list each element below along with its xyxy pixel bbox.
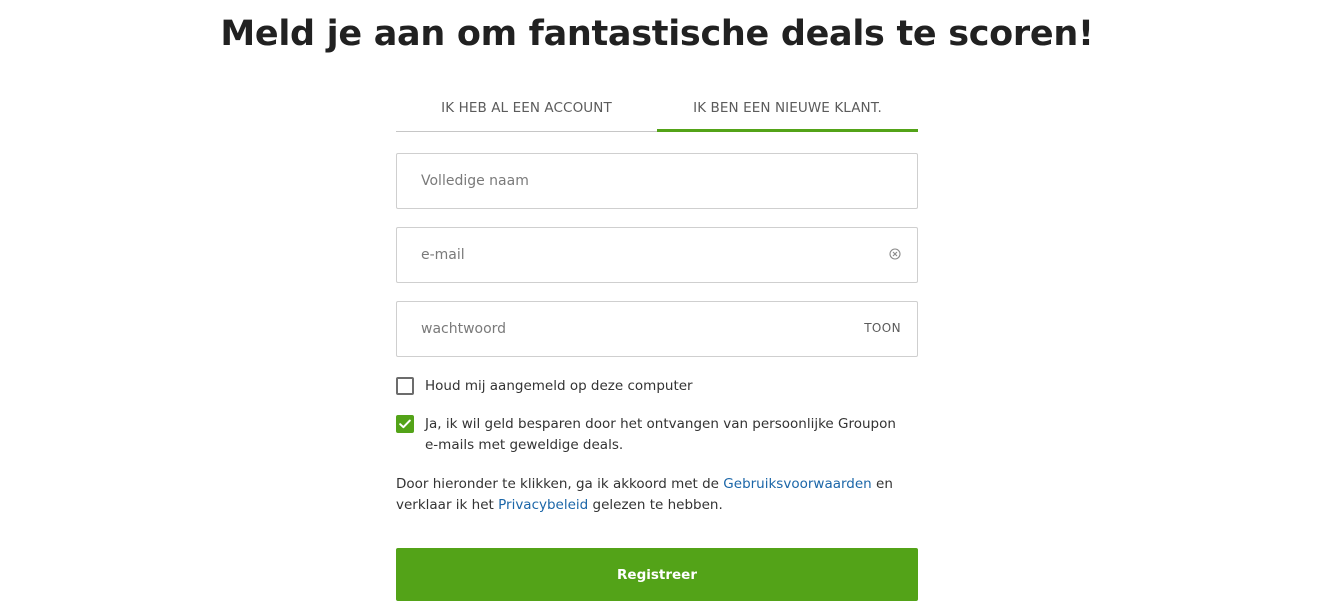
full-name-input[interactable] — [397, 154, 917, 208]
password-field: TOON — [396, 301, 918, 357]
clear-circle-icon[interactable] — [889, 248, 901, 260]
full-name-field — [396, 153, 918, 209]
tab-new-customer[interactable]: IK BEN EEN NIEUWE KLANT. — [657, 86, 918, 132]
email-optin-option[interactable]: Ja, ik wil geld besparen door het ontvan… — [396, 414, 918, 456]
terms-text-after: gelezen te hebben. — [588, 497, 723, 513]
email-field — [396, 227, 918, 283]
remember-me-label: Houd mij aangemeld op deze computer — [425, 378, 693, 394]
signup-page: Meld je aan om fantastische deals te sco… — [0, 0, 1318, 601]
remember-me-option[interactable]: Houd mij aangemeld op deze computer — [396, 376, 918, 397]
auth-tabs: IK HEB AL EEN ACCOUNT IK BEN EEN NIEUWE … — [396, 86, 918, 132]
show-password-toggle[interactable]: TOON — [864, 321, 901, 335]
email-input[interactable] — [397, 228, 917, 282]
remember-me-checkbox[interactable] — [396, 377, 414, 395]
tab-existing-account[interactable]: IK HEB AL EEN ACCOUNT — [396, 86, 657, 132]
checkmark-icon — [399, 419, 411, 429]
terms-notice: Door hieronder te klikken, ga ik akkoord… — [396, 474, 918, 516]
register-button[interactable]: Registreer — [396, 548, 918, 601]
email-optin-checkbox[interactable] — [396, 415, 414, 433]
terms-of-use-link[interactable]: Gebruiksvoorwaarden — [723, 476, 871, 492]
signup-form: IK HEB AL EEN ACCOUNT IK BEN EEN NIEUWE … — [396, 0, 918, 601]
privacy-policy-link[interactable]: Privacybeleid — [498, 497, 588, 513]
terms-text-before: Door hieronder te klikken, ga ik akkoord… — [396, 476, 724, 492]
password-input[interactable] — [397, 302, 917, 356]
email-optin-label: Ja, ik wil geld besparen door het ontvan… — [425, 416, 896, 453]
